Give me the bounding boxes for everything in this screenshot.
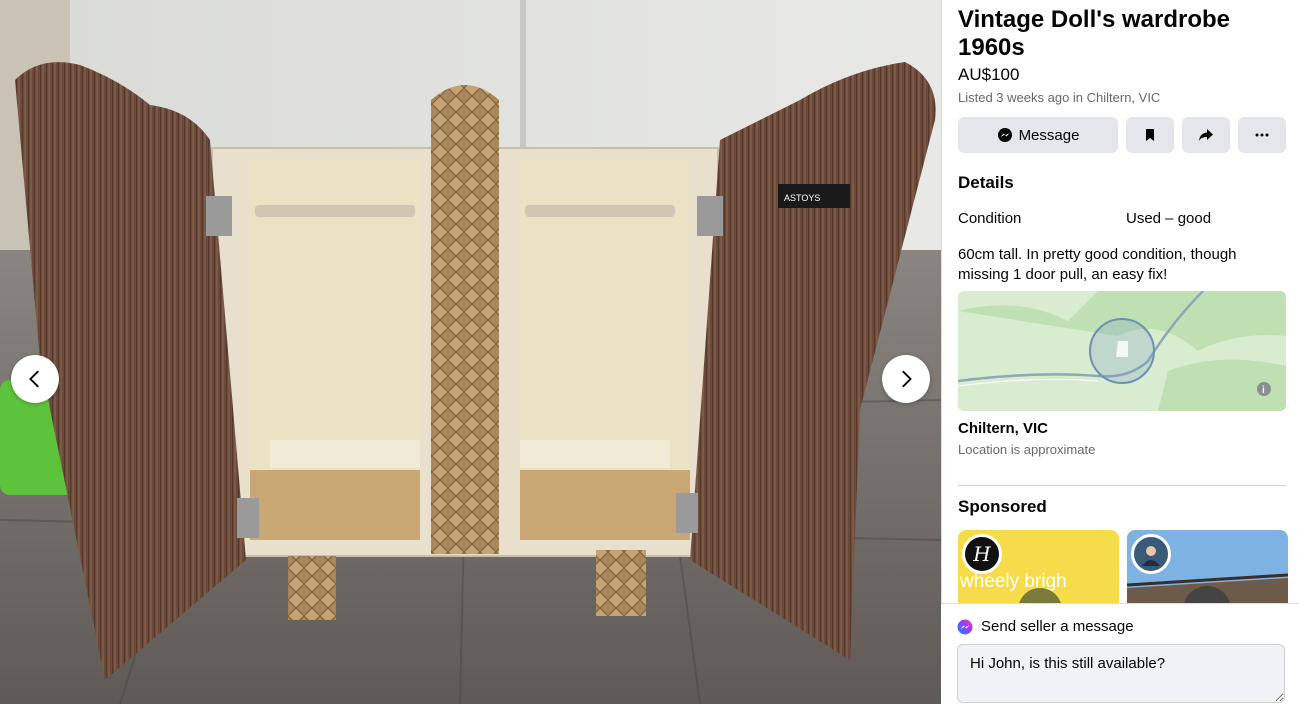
send-message-panel: Send seller a message Hi John, is this s… (941, 603, 1299, 704)
more-button[interactable] (1238, 117, 1286, 153)
brand-sticker: ASTOYS (778, 184, 850, 208)
listing-price: AU$100 (958, 65, 1020, 84)
message-input[interactable]: Hi John, is this still available? (957, 644, 1285, 703)
advertiser-avatar: H (962, 534, 1002, 574)
svg-text:i: i (1262, 385, 1265, 396)
more-icon (1255, 133, 1269, 137)
location-note: Location is approximate (958, 442, 1096, 457)
chevron-right-icon (902, 370, 912, 388)
message-button-label: Message (1018, 126, 1080, 144)
ad-image (1127, 573, 1288, 610)
action-bar: Message (958, 117, 1286, 153)
chevron-left-icon (29, 370, 39, 388)
listing-photo: ASTOYS (0, 0, 941, 704)
map-graphic: i (958, 291, 1286, 411)
sponsored-ad-card[interactable] (1127, 530, 1288, 610)
listing-title: Vintage Doll's wardrobe 1960s (958, 6, 1230, 61)
location-map[interactable]: i (958, 291, 1286, 411)
send-message-heading: Send seller a message (981, 618, 1134, 635)
details-heading: Details (958, 173, 1014, 192)
wardrobe-photo: ASTOYS (0, 0, 941, 704)
divider (958, 485, 1286, 486)
bookmark-icon (1146, 129, 1154, 141)
message-button[interactable]: Message (958, 117, 1118, 153)
share-icon (1199, 129, 1213, 141)
location-name: Chiltern, VIC (958, 420, 1049, 437)
save-button[interactable] (1126, 117, 1174, 153)
messenger-icon (997, 128, 1012, 142)
next-photo-button[interactable] (882, 355, 930, 403)
previous-photo-button[interactable] (11, 355, 59, 403)
sponsored-heading: Sponsored (958, 497, 1047, 516)
send-message-header: Send seller a message (957, 618, 1134, 635)
listing-description: 60cm tall. In pretty good condition, tho… (958, 246, 1237, 283)
condition-label: Condition (958, 210, 1022, 227)
messenger-icon (957, 619, 973, 634)
listing-meta: Listed 3 weeks ago in Chiltern, VIC (958, 90, 1161, 105)
condition-value: Used – good (1126, 210, 1212, 227)
sponsored-ad-card[interactable]: H wheely brigh (958, 530, 1119, 610)
sticker-text: ASTOYS (784, 193, 820, 203)
share-button[interactable] (1182, 117, 1230, 153)
listing-details-panel: Vintage Doll's wardrobe 1960s AU$100 Lis… (941, 0, 1299, 704)
